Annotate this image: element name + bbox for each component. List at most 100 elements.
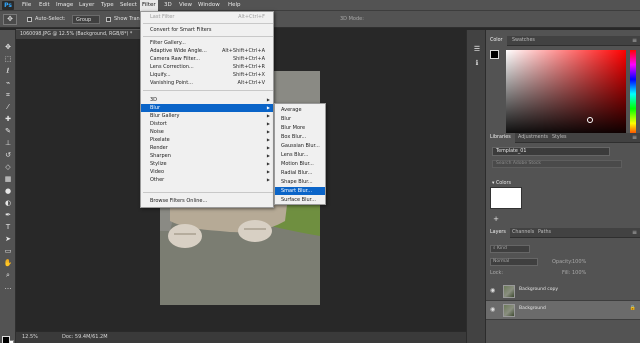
filter-liquify[interactable]: Liquify... Shift+Ctrl+X <box>141 71 273 79</box>
filter-gallery[interactable]: Filter Gallery... <box>141 39 273 47</box>
move-tool-preset-icon[interactable]: ✥ <box>3 14 17 25</box>
hue-slider[interactable] <box>630 50 636 138</box>
gradient-tool-icon[interactable]: ▦ <box>2 174 14 184</box>
blur-motion-blur[interactable]: Motion Blur... <box>275 160 325 168</box>
rectangle-tool-icon[interactable]: ▭ <box>2 246 14 256</box>
menu-window[interactable]: Window <box>196 0 222 11</box>
menu-layer[interactable]: Layer <box>77 0 96 11</box>
blur-tool-icon[interactable]: ● <box>2 186 14 196</box>
filter-adaptive-wide-angle[interactable]: Adaptive Wide Angle... Alt+Shift+Ctrl+A <box>141 47 273 55</box>
layer-background-copy[interactable]: ◉ Background copy <box>486 282 640 301</box>
blur-shape-blur[interactable]: Shape Blur... <box>275 178 325 186</box>
show-transform-checkbox[interactable] <box>106 17 111 22</box>
path-selection-tool-icon[interactable]: ➤ <box>2 234 14 244</box>
pen-tool-icon[interactable]: ✒ <box>2 210 14 220</box>
properties-panel-icon[interactable]: ℹ <box>471 58 483 68</box>
lasso-tool-icon[interactable]: ℓ <box>2 66 14 76</box>
document-tab[interactable]: 1060098.JPG @ 12.5% (Background, RGB/8*)… <box>16 29 146 39</box>
filter-noise[interactable]: Noise ▶ <box>141 128 273 136</box>
type-tool-icon[interactable]: T <box>2 222 14 232</box>
filter-render[interactable]: Render ▶ <box>141 144 273 152</box>
layer-thumbnail <box>503 285 515 298</box>
blur-radial-blur[interactable]: Radial Blur... <box>275 169 325 177</box>
filter-sharpen[interactable]: Sharpen ▶ <box>141 152 273 160</box>
menu-select[interactable]: Select <box>118 0 139 11</box>
filter-3d[interactable]: 3D ▶ <box>141 96 273 104</box>
add-to-library-icon[interactable]: + <box>490 214 502 224</box>
more-tools-icon[interactable]: … <box>2 282 14 292</box>
library-search-input[interactable]: Search Adobe Stock <box>492 160 622 168</box>
blur-surface-blur[interactable]: Surface Blur... <box>275 196 325 204</box>
blur-gaussian-blur[interactable]: Gaussian Blur... <box>275 142 325 150</box>
menu-image[interactable]: Image <box>54 0 75 11</box>
move-tool-icon[interactable]: ✥ <box>2 42 14 52</box>
library-select[interactable]: Template_01 <box>492 147 610 156</box>
tab-adjustments[interactable]: Adjustments <box>514 133 552 143</box>
photoshop-logo-icon[interactable]: Ps <box>2 1 14 10</box>
tab-libraries[interactable]: Libraries <box>486 133 515 143</box>
hand-tool-icon[interactable]: ✋ <box>2 258 14 268</box>
filter-stylize[interactable]: Stylize ▶ <box>141 160 273 168</box>
blur-lens-blur[interactable]: Lens Blur... <box>275 151 325 159</box>
filter-vanishing-point[interactable]: Vanishing Point... Alt+Ctrl+V <box>141 79 273 87</box>
eyedropper-tool-icon[interactable]: ⁄ <box>2 102 14 112</box>
menu-help[interactable]: Help <box>226 0 243 11</box>
library-colors-header[interactable]: ▾ Colors <box>492 181 511 186</box>
layer-background[interactable]: ◉ Background 🔒 <box>486 301 640 320</box>
clone-stamp-tool-icon[interactable]: ⊥ <box>2 138 14 148</box>
tab-color[interactable]: Color <box>486 36 507 46</box>
filter-blur-gallery[interactable]: Blur Gallery ▶ <box>141 112 273 120</box>
tab-paths[interactable]: Paths <box>534 228 555 238</box>
filter-video[interactable]: Video ▶ <box>141 168 273 176</box>
panel-menu-icon[interactable]: ≡ <box>632 36 637 46</box>
color-panel-foreground-swatch[interactable] <box>490 50 499 59</box>
eraser-tool-icon[interactable]: ◇ <box>2 162 14 172</box>
dodge-tool-icon[interactable]: ◐ <box>2 198 14 208</box>
crop-tool-icon[interactable]: ⌗ <box>2 90 14 100</box>
panel-menu-icon[interactable]: ≡ <box>632 228 637 238</box>
visibility-eye-icon[interactable]: ◉ <box>490 306 495 313</box>
foreground-color-swatch[interactable] <box>2 336 10 343</box>
menu-file[interactable]: File <box>20 0 33 11</box>
layer-kind-filter[interactable]: ⌕ Kind <box>490 245 530 253</box>
menu-3d[interactable]: 3D <box>162 0 174 11</box>
library-color-swatch[interactable] <box>490 187 522 209</box>
panel-menu-icon[interactable]: ≡ <box>632 133 637 143</box>
zoom-level[interactable]: 12.5% <box>22 334 38 340</box>
filter-pixelate[interactable]: Pixelate ▶ <box>141 136 273 144</box>
blur-blur[interactable]: Blur <box>275 115 325 123</box>
zoom-tool-icon[interactable]: ⌕ <box>2 270 14 280</box>
opacity-value[interactable]: 100% <box>572 258 586 267</box>
auto-select-dropdown[interactable]: Group <box>72 15 100 24</box>
filter-distort[interactable]: Distort ▶ <box>141 120 273 128</box>
filter-blur[interactable]: Blur ▶ <box>141 104 273 112</box>
filter-lens-correction[interactable]: Lens Correction... Shift+Ctrl+R <box>141 63 273 71</box>
quick-select-tool-icon[interactable]: ⌁ <box>2 78 14 88</box>
healing-brush-tool-icon[interactable]: ✚ <box>2 114 14 124</box>
history-panel-icon[interactable]: ☰ <box>471 44 483 54</box>
visibility-eye-icon[interactable]: ◉ <box>490 287 495 294</box>
menu-filter[interactable]: Filter <box>140 0 158 11</box>
filter-browse-online[interactable]: Browse Filters Online... <box>141 197 273 205</box>
color-picker-cursor[interactable] <box>587 117 593 123</box>
blur-average[interactable]: Average <box>275 106 325 114</box>
menu-view[interactable]: View <box>177 0 194 11</box>
fill-value[interactable]: 100% <box>572 269 586 278</box>
brush-tool-icon[interactable]: ✎ <box>2 126 14 136</box>
blur-blur-more[interactable]: Blur More <box>275 124 325 132</box>
filter-other[interactable]: Other ▶ <box>141 176 273 184</box>
filter-convert-for-smart-filters[interactable]: Convert for Smart Filters <box>141 26 273 34</box>
tab-styles[interactable]: Styles <box>548 133 571 143</box>
menu-type[interactable]: Type <box>99 0 116 11</box>
menu-edit[interactable]: Edit <box>37 0 52 11</box>
filter-camera-raw[interactable]: Camera Raw Filter... Shift+Ctrl+A <box>141 55 273 63</box>
tab-layers[interactable]: Layers <box>486 228 510 238</box>
blur-smart-blur[interactable]: Smart Blur... <box>275 187 325 195</box>
auto-select-checkbox[interactable] <box>27 17 32 22</box>
blend-mode-select[interactable]: Normal <box>490 258 538 266</box>
blur-box-blur[interactable]: Box Blur... <box>275 133 325 141</box>
tab-swatches[interactable]: Swatches <box>508 36 539 46</box>
color-picker-field[interactable] <box>506 50 626 138</box>
marquee-tool-icon[interactable]: ⬚ <box>2 54 14 64</box>
history-brush-tool-icon[interactable]: ↺ <box>2 150 14 160</box>
